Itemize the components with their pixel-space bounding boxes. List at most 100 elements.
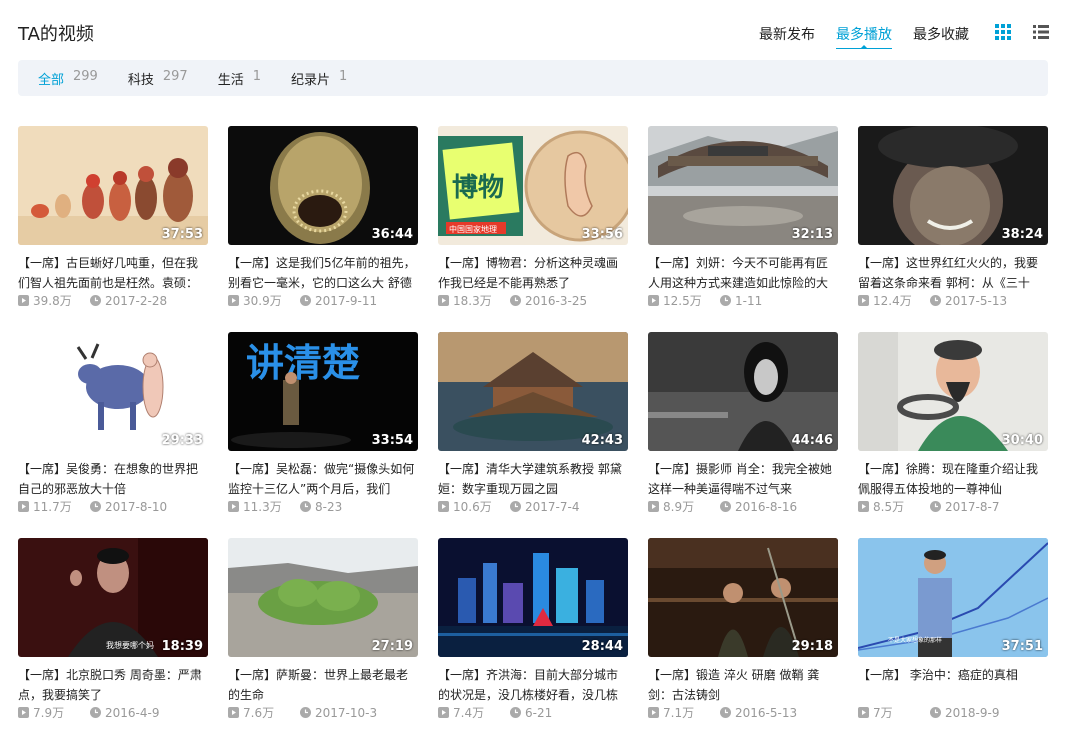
video-duration: 32:13 — [791, 227, 833, 242]
grid-view-icon[interactable] — [995, 24, 1011, 40]
subtitle-text: 我想要哪个妈 — [106, 640, 154, 650]
upload-date: 2017-10-3 — [315, 705, 378, 720]
play-count: 11.3万 — [243, 500, 282, 514]
video-title[interactable]: 【一席】这世界红红火火的，我要留着这条命来看 郭柯：从《三十 — [858, 253, 1048, 293]
play-count: 7.4万 — [453, 706, 485, 720]
sort-tab-latest[interactable]: 最新发布 — [759, 24, 815, 49]
video-card: 28:44 【一席】齐洪海：目前大部分城市的状况是，没几栋楼好看，没几栋 7.4… — [438, 538, 628, 738]
video-duration: 30:40 — [1001, 433, 1043, 448]
video-card: 我想要哪个妈 18:39 【一席】北京脱口秀 周奇墨：严肃点，我要搞笑了 7.9… — [18, 538, 208, 738]
video-meta: 7.6万 2017-10-3 — [228, 704, 377, 721]
video-thumbnail[interactable]: 38:24 — [858, 126, 1048, 245]
video-meta: 12.4万 2017-5-13 — [858, 292, 1007, 309]
video-duration: 38:24 — [1001, 227, 1043, 242]
video-meta: 18.3万 2016-3-25 — [438, 292, 587, 309]
video-title[interactable]: 【一席】古巨蜥好几吨重，但在我们智人祖先面前也是枉然。袁硕： — [18, 253, 208, 293]
list-view-icon[interactable] — [1033, 24, 1049, 40]
video-thumbnail[interactable]: 29:33 — [18, 332, 208, 451]
video-card: 讲清楚 33:54 【一席】吴松磊：做完“摄像头如何监控十三亿人”两个月后，我们… — [228, 332, 418, 532]
museum-logo-text: 博物 — [452, 173, 504, 203]
video-meta: 11.7万 2017-8-10 — [18, 498, 167, 515]
video-card: 44:46 【一席】摄影师 肖全：我完全被她这样一种美逼得喘不过气来 8.9万 … — [648, 332, 838, 532]
upload-date: 2016-3-25 — [525, 293, 588, 308]
filter-label: 全部 — [38, 72, 65, 88]
video-title[interactable]: 【一席】博物君：分析这种灵魂画作我已经是不能再熟悉了 — [438, 253, 628, 293]
video-duration: 29:18 — [791, 639, 833, 654]
video-title[interactable]: 【一席】齐洪海：目前大部分城市的状况是，没几栋楼好看，没几栋 — [438, 665, 628, 705]
video-duration: 33:56 — [581, 227, 623, 242]
filter-count: 299 — [73, 68, 98, 84]
clock-icon — [930, 501, 941, 512]
video-thumbnail[interactable]: 不是大家想象的那样 37:51 — [858, 538, 1048, 657]
play-count: 39.8万 — [33, 294, 72, 308]
play-count-icon — [858, 295, 869, 306]
video-meta: 8.9万 2016-8-16 — [648, 498, 797, 515]
video-thumbnail[interactable]: 42:43 — [438, 332, 628, 451]
clock-icon — [300, 707, 311, 718]
play-count: 8.9万 — [663, 500, 695, 514]
video-card: 27:19 【一席】萨斯曼：世界上最老最老的生命 7.6万 2017-10-3 — [228, 538, 418, 738]
clock-icon — [930, 707, 941, 718]
museum-logo-subtext: 中国国家地理 — [449, 224, 497, 234]
video-duration: 27:19 — [371, 639, 413, 654]
filter-life[interactable]: 生活 1 — [218, 69, 261, 88]
video-thumbnail[interactable]: 博物 中国国家地理 33:56 — [438, 126, 628, 245]
video-title[interactable]: 【一席】吴松磊：做完“摄像头如何监控十三亿人”两个月后，我们 — [228, 459, 418, 499]
section-header: TA的视频 最新发布 最多播放 最多收藏 — [18, 18, 1049, 49]
video-thumbnail[interactable]: 30:40 — [858, 332, 1048, 451]
video-meta: 7万 2018-9-9 — [858, 704, 999, 721]
sort-tab-most-played[interactable]: 最多播放 — [836, 24, 892, 49]
play-count: 8.5万 — [873, 500, 905, 514]
video-duration: 42:43 — [581, 433, 623, 448]
play-count-icon — [438, 295, 449, 306]
video-thumbnail[interactable]: 32:13 — [648, 126, 838, 245]
play-count-icon — [648, 295, 659, 306]
video-card: 36:44 【一席】这是我们5亿年前的祖先，别看它一毫米，它的口这么大 舒德 3… — [228, 126, 418, 326]
video-thumbnail[interactable]: 29:18 — [648, 538, 838, 657]
video-thumbnail[interactable]: 37:53 — [18, 126, 208, 245]
video-title[interactable]: 【一席】清华大学建筑系教授 郭黛姮：数字重现万园之园 — [438, 459, 628, 499]
play-count: 7.1万 — [663, 706, 695, 720]
upload-date: 8-23 — [315, 499, 343, 514]
play-count-icon — [858, 501, 869, 512]
video-card: 38:24 【一席】这世界红红火火的，我要留着这条命来看 郭柯：从《三十 12.… — [858, 126, 1048, 326]
filter-tech[interactable]: 科技 297 — [128, 69, 188, 88]
video-card: 29:18 【一席】锻造 淬火 研磨 做鞘 龚剑：古法铸剑 7.1万 2016-… — [648, 538, 838, 738]
video-title[interactable]: 【一席】 李治中：癌症的真相 — [858, 665, 1048, 705]
play-count: 7.6万 — [243, 706, 275, 720]
video-thumbnail[interactable]: 36:44 — [228, 126, 418, 245]
filter-documentary[interactable]: 纪录片 1 — [291, 69, 347, 88]
video-card: 博物 中国国家地理 33:56 【一席】博物君：分析这种灵魂画作我已经是不能再熟… — [438, 126, 628, 326]
video-thumbnail[interactable]: 44:46 — [648, 332, 838, 451]
video-title[interactable]: 【一席】萨斯曼：世界上最老最老的生命 — [228, 665, 418, 705]
clock-icon — [720, 295, 731, 306]
video-duration: 44:46 — [791, 433, 833, 448]
upload-date: 2017-2-28 — [105, 293, 168, 308]
video-thumbnail[interactable]: 讲清楚 33:54 — [228, 332, 418, 451]
video-title[interactable]: 【一席】摄影师 肖全：我完全被她这样一种美逼得喘不过气来 — [648, 459, 838, 499]
video-title[interactable]: 【一席】这是我们5亿年前的祖先，别看它一毫米，它的口这么大 舒德 — [228, 253, 418, 293]
video-title[interactable]: 【一席】刘妍：今天不可能再有匠人用这种方式来建造如此惊险的大 — [648, 253, 838, 293]
video-thumbnail[interactable]: 我想要哪个妈 18:39 — [18, 538, 208, 657]
filter-all[interactable]: 全部 299 — [38, 69, 98, 88]
play-count: 7万 — [873, 706, 893, 720]
video-thumbnail[interactable]: 27:19 — [228, 538, 418, 657]
upload-date: 1-11 — [735, 293, 763, 308]
video-title[interactable]: 【一席】北京脱口秀 周奇墨：严肃点，我要搞笑了 — [18, 665, 208, 705]
sort-tab-most-favorited[interactable]: 最多收藏 — [913, 24, 969, 49]
video-meta: 7.4万 6-21 — [438, 704, 552, 721]
play-count: 12.4万 — [873, 294, 912, 308]
page-title: TA的视频 — [18, 24, 94, 45]
play-count-icon — [648, 707, 659, 718]
upload-date: 2017-8-10 — [105, 499, 168, 514]
video-thumbnail[interactable]: 28:44 — [438, 538, 628, 657]
subtitle-text: 不是大家想象的那样 — [888, 636, 942, 644]
upload-date: 2016-5-13 — [735, 705, 798, 720]
video-title[interactable]: 【一席】徐腾：现在隆重介绍让我佩服得五体投地的一尊神仙 — [858, 459, 1048, 499]
video-card: 32:13 【一席】刘妍：今天不可能再有匠人用这种方式来建造如此惊险的大 12.… — [648, 126, 838, 326]
video-title[interactable]: 【一席】吴俊勇：在想象的世界把自己的邪恶放大十倍 — [18, 459, 208, 499]
video-meta: 12.5万 1-11 — [648, 292, 762, 309]
filter-count: 297 — [162, 68, 188, 84]
play-count: 10.6万 — [453, 500, 492, 514]
video-title[interactable]: 【一席】锻造 淬火 研磨 做鞘 龚剑：古法铸剑 — [648, 665, 838, 705]
